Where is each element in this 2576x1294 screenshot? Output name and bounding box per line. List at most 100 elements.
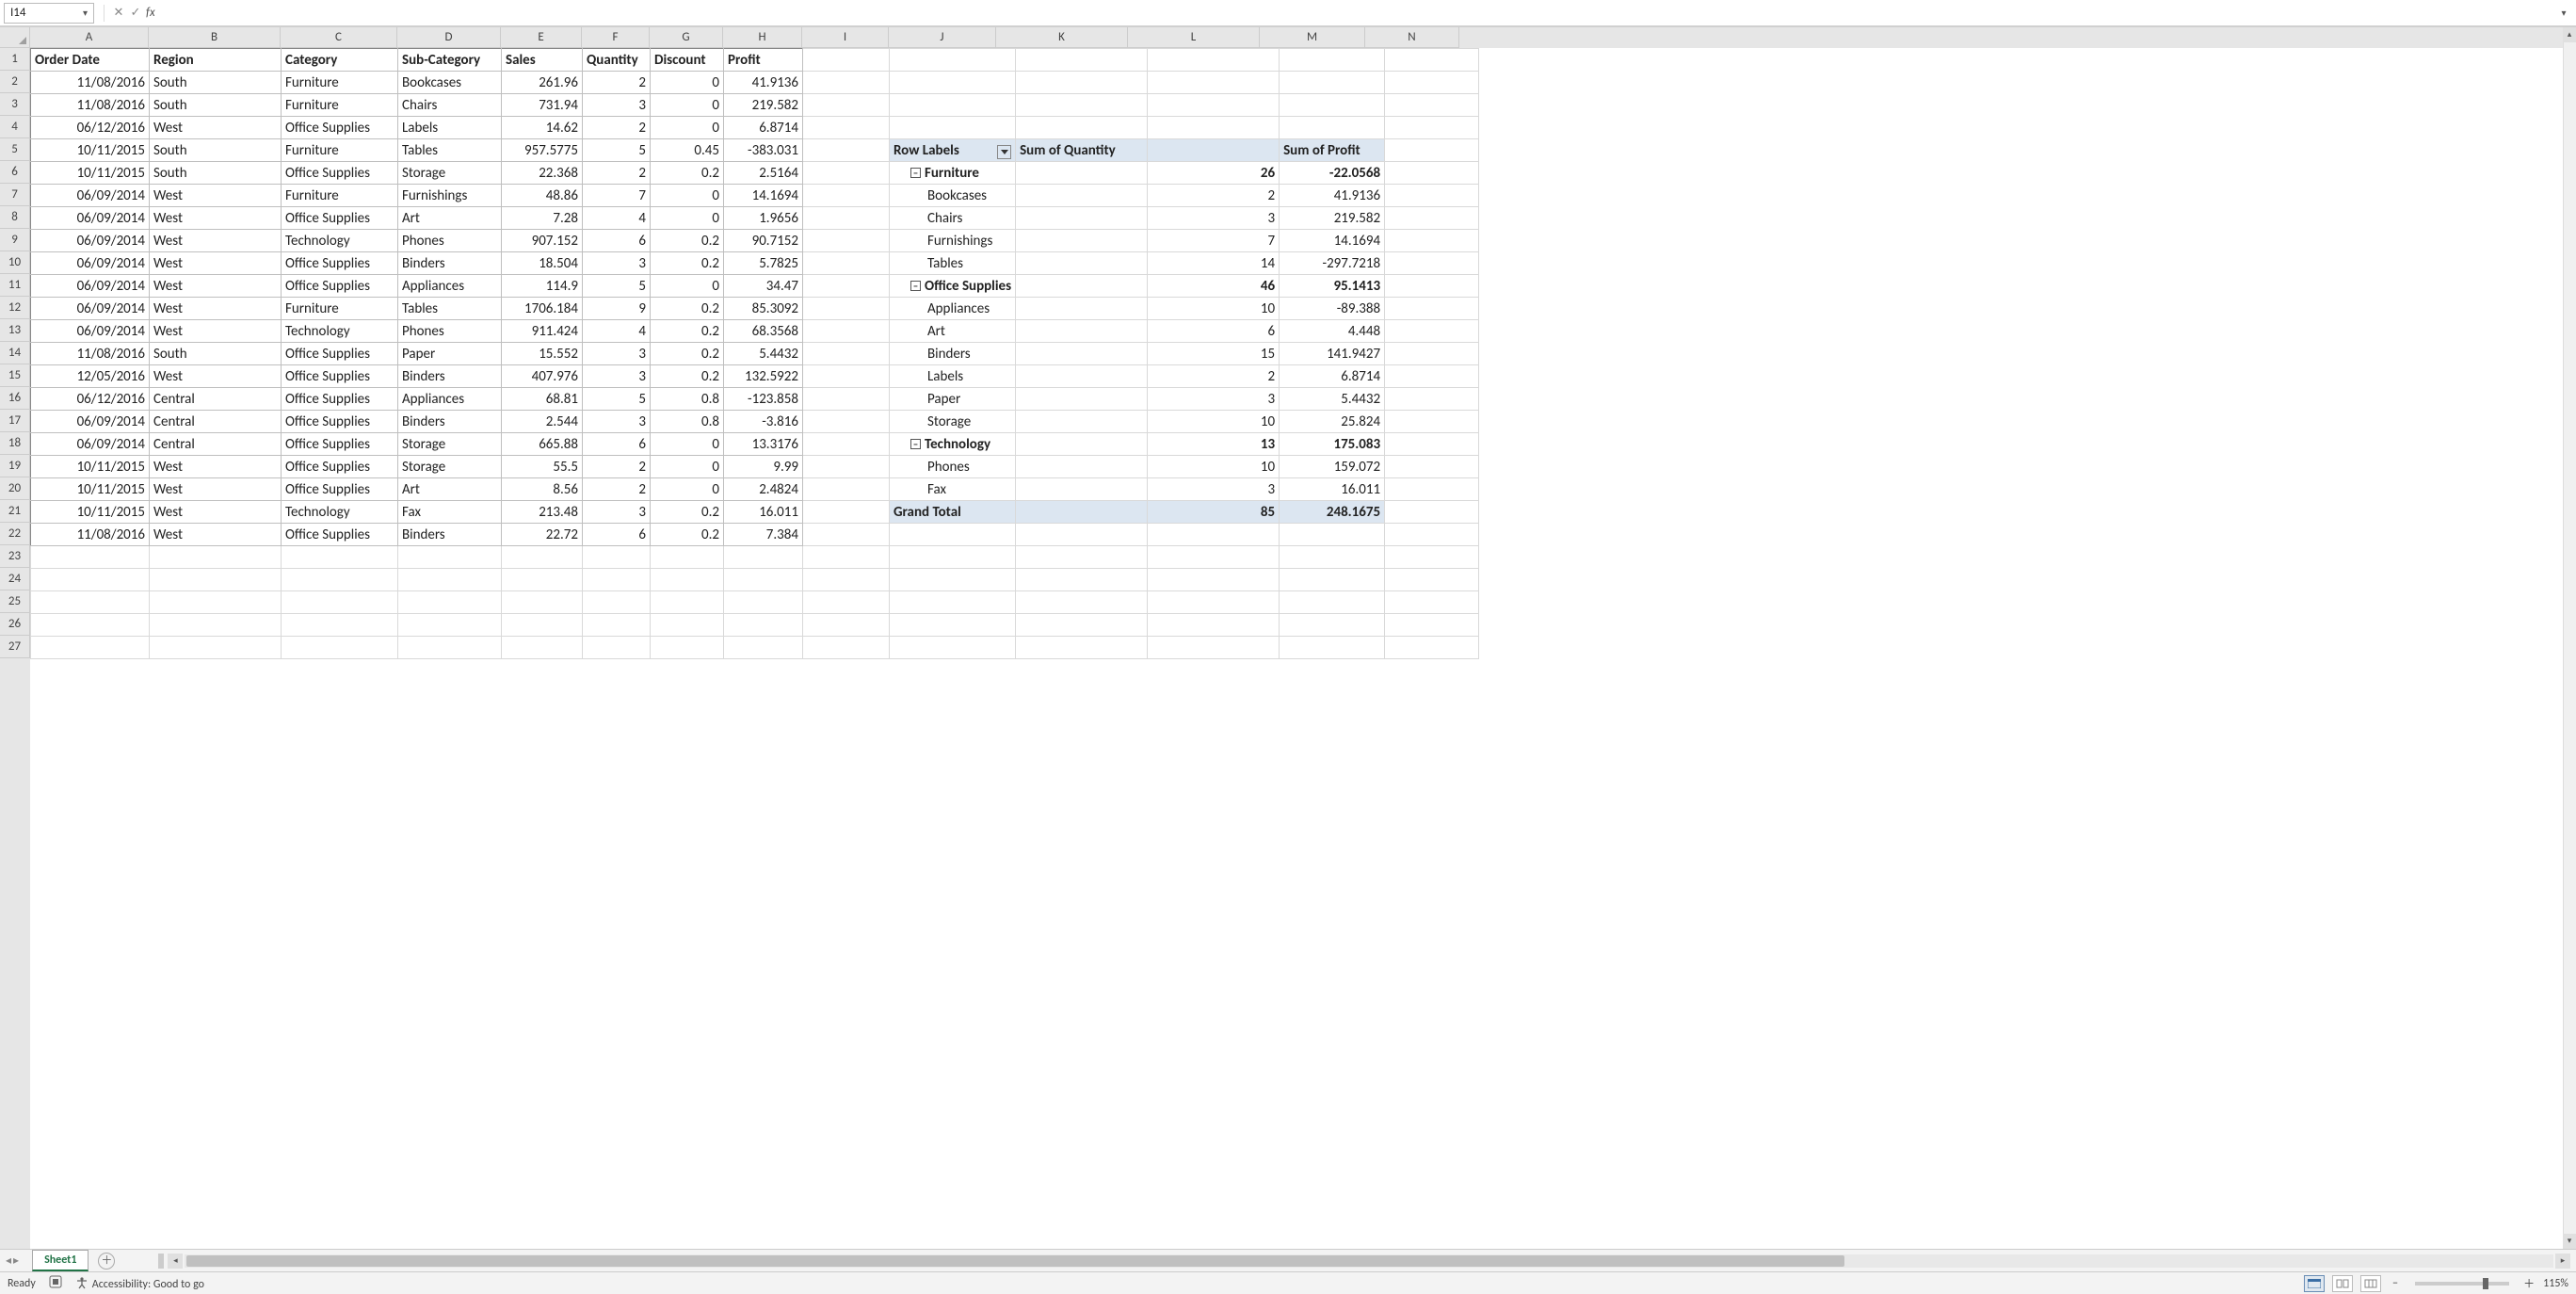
cell[interactable]: Appliances xyxy=(398,275,502,298)
cell[interactable] xyxy=(1016,275,1148,298)
row-header[interactable]: 1 xyxy=(0,48,30,71)
cell[interactable]: −Technology xyxy=(890,433,1016,456)
cell[interactable]: 0.2 xyxy=(651,162,724,185)
cell[interactable]: 6 xyxy=(583,230,651,252)
cell[interactable]: Profit xyxy=(724,49,803,72)
cell[interactable] xyxy=(583,546,651,569)
cell[interactable]: Central xyxy=(150,388,282,411)
cell[interactable]: 0.2 xyxy=(651,365,724,388)
cell[interactable] xyxy=(398,614,502,637)
cell[interactable]: 06/09/2014 xyxy=(31,298,150,320)
cell[interactable] xyxy=(282,569,398,591)
cell[interactable]: Furniture xyxy=(282,298,398,320)
cell[interactable]: West xyxy=(150,252,282,275)
zoom-level[interactable]: 115% xyxy=(2543,1277,2568,1290)
row-header[interactable]: 7 xyxy=(0,184,30,206)
cell[interactable]: Labels xyxy=(398,117,502,139)
cell[interactable]: West xyxy=(150,365,282,388)
cell[interactable]: 13.3176 xyxy=(724,433,803,456)
cell[interactable]: 2 xyxy=(583,456,651,478)
cell[interactable]: Phones xyxy=(890,456,1016,478)
cell[interactable] xyxy=(890,569,1016,591)
cell[interactable]: 68.81 xyxy=(502,388,583,411)
hscroll-track[interactable] xyxy=(185,1254,2553,1268)
cell[interactable] xyxy=(1016,230,1148,252)
cell[interactable]: Central xyxy=(150,411,282,433)
cell[interactable]: 0.2 xyxy=(651,524,724,546)
cell[interactable]: 48.86 xyxy=(502,185,583,207)
cell[interactable]: Storage xyxy=(398,456,502,478)
cell[interactable]: Tables xyxy=(890,252,1016,275)
cell[interactable] xyxy=(651,614,724,637)
cancel-icon[interactable]: ✕ xyxy=(110,6,127,20)
cell[interactable] xyxy=(803,230,890,252)
cell[interactable] xyxy=(1016,411,1148,433)
cell[interactable]: Office Supplies xyxy=(282,275,398,298)
cell[interactable] xyxy=(1280,569,1385,591)
cell[interactable]: 9.99 xyxy=(724,456,803,478)
cell[interactable] xyxy=(803,569,890,591)
column-header[interactable]: G xyxy=(650,27,723,48)
cell[interactable]: 06/12/2016 xyxy=(31,388,150,411)
cell[interactable]: 11/08/2016 xyxy=(31,72,150,94)
column-header[interactable]: J xyxy=(889,27,996,48)
cell[interactable]: 6.8714 xyxy=(724,117,803,139)
cell[interactable]: 9 xyxy=(583,298,651,320)
cell[interactable] xyxy=(1385,524,1479,546)
cell[interactable]: Office Supplies xyxy=(282,207,398,230)
cell[interactable] xyxy=(1385,185,1479,207)
cell[interactable]: Central xyxy=(150,433,282,456)
cell[interactable]: Region xyxy=(150,49,282,72)
cell[interactable]: Category xyxy=(282,49,398,72)
cell[interactable]: Office Supplies xyxy=(282,117,398,139)
cell[interactable]: Office Supplies xyxy=(282,252,398,275)
cell[interactable]: 22.368 xyxy=(502,162,583,185)
cell[interactable] xyxy=(803,501,890,524)
cell[interactable] xyxy=(1016,614,1148,637)
cell[interactable] xyxy=(651,591,724,614)
cell[interactable]: 2 xyxy=(583,117,651,139)
cell[interactable]: 159.072 xyxy=(1280,456,1385,478)
cell[interactable]: 114.9 xyxy=(502,275,583,298)
cell[interactable]: Storage xyxy=(890,411,1016,433)
cell[interactable] xyxy=(1385,230,1479,252)
cell[interactable]: 6 xyxy=(1148,320,1280,343)
row-header[interactable]: 13 xyxy=(0,319,30,342)
cell[interactable]: 7 xyxy=(583,185,651,207)
cell[interactable] xyxy=(1016,365,1148,388)
cell[interactable]: 907.152 xyxy=(502,230,583,252)
cell[interactable]: 5.4432 xyxy=(1280,388,1385,411)
cell[interactable] xyxy=(398,637,502,659)
cell[interactable] xyxy=(890,117,1016,139)
cell[interactable]: 55.5 xyxy=(502,456,583,478)
cell[interactable]: 10/11/2015 xyxy=(31,139,150,162)
cell[interactable] xyxy=(803,207,890,230)
cell[interactable]: Tables xyxy=(398,298,502,320)
cell[interactable] xyxy=(1280,524,1385,546)
cell[interactable]: 0.2 xyxy=(651,230,724,252)
cell[interactable] xyxy=(803,524,890,546)
column-header[interactable]: H xyxy=(723,27,802,48)
collapse-icon[interactable]: − xyxy=(910,168,921,178)
cell[interactable]: -383.031 xyxy=(724,139,803,162)
cell[interactable] xyxy=(502,614,583,637)
cell[interactable]: Appliances xyxy=(398,388,502,411)
cell[interactable] xyxy=(1016,252,1148,275)
cell[interactable] xyxy=(651,637,724,659)
cell[interactable]: Furnishings xyxy=(398,185,502,207)
cell[interactable] xyxy=(890,72,1016,94)
cell[interactable]: 4.448 xyxy=(1280,320,1385,343)
tab-split-handle[interactable] xyxy=(158,1254,164,1269)
cell[interactable]: 0 xyxy=(651,433,724,456)
cell[interactable]: 06/12/2016 xyxy=(31,117,150,139)
cell[interactable] xyxy=(1016,478,1148,501)
cell[interactable] xyxy=(803,456,890,478)
cell[interactable]: Office Supplies xyxy=(282,411,398,433)
cell[interactable]: Office Supplies xyxy=(282,365,398,388)
cell[interactable] xyxy=(282,591,398,614)
cell[interactable]: Binders xyxy=(398,411,502,433)
cell[interactable] xyxy=(1016,546,1148,569)
cell[interactable] xyxy=(1148,49,1280,72)
cell[interactable] xyxy=(1016,298,1148,320)
cell[interactable]: 06/09/2014 xyxy=(31,252,150,275)
